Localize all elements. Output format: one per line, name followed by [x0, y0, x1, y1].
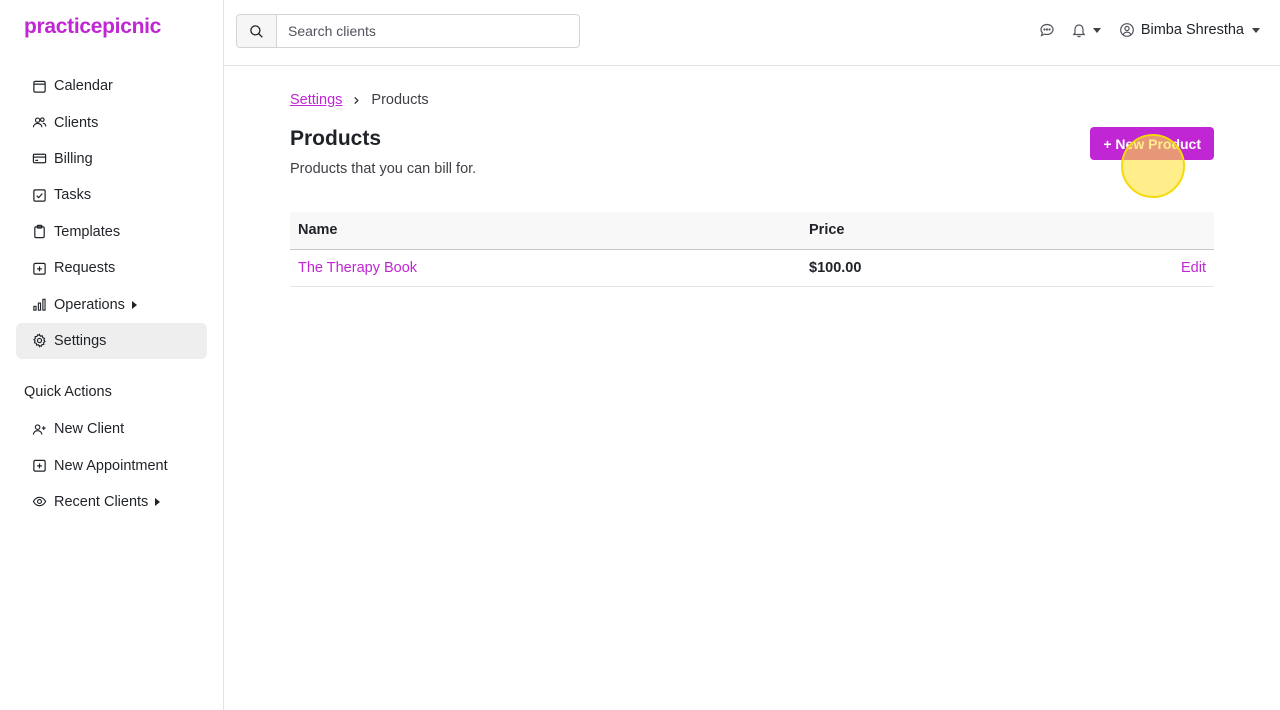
column-header-actions: [1047, 212, 1214, 250]
quick-actions: New Client New Appointment Recent Client…: [16, 411, 207, 520]
sidebar-item-requests[interactable]: Requests: [16, 250, 207, 286]
sidebar: practicepicnic Calendar Clients Billing …: [0, 0, 224, 710]
caret-right-icon: [155, 497, 161, 506]
main-nav: Calendar Clients Billing Tasks Templates…: [16, 68, 207, 360]
sidebar-item-label: Clients: [54, 114, 99, 131]
new-product-button[interactable]: + New Product: [1090, 127, 1214, 160]
product-price: $100.00: [801, 249, 1048, 287]
user-circle-icon: [1119, 23, 1134, 37]
breadcrumb: Settings Products: [290, 90, 1214, 110]
user-plus-icon: [32, 424, 46, 435]
clipboard-icon: [34, 225, 45, 239]
sidebar-item-calendar[interactable]: Calendar: [16, 68, 207, 104]
caret-right-icon: [131, 300, 137, 309]
bar-chart-icon: [33, 298, 46, 311]
quick-action-label: New Client: [54, 421, 125, 438]
user-name: Bimba Shrestha: [1140, 22, 1244, 38]
sidebar-item-billing[interactable]: Billing: [16, 141, 207, 177]
sidebar-item-templates[interactable]: Templates: [16, 214, 207, 250]
users-icon: [32, 117, 47, 128]
sidebar-item-settings[interactable]: Settings: [16, 322, 207, 360]
app-logo[interactable]: practicepicnic: [24, 15, 161, 39]
user-menu[interactable]: Bimba Shrestha: [1119, 22, 1260, 38]
quick-actions-title: Quick Actions: [24, 384, 112, 400]
chevron-right-icon: [352, 96, 361, 105]
main-content: Settings Products Products Products that…: [290, 90, 1214, 287]
sidebar-item-tasks[interactable]: Tasks: [16, 177, 207, 213]
sidebar-item-label: Tasks: [54, 187, 92, 204]
messages-button[interactable]: [1039, 22, 1055, 38]
products-table: Name Price The Therapy Book $100.00 Edit: [290, 212, 1214, 287]
credit-card-icon: [32, 154, 47, 164]
sidebar-item-label: Operations: [54, 296, 125, 313]
column-header-price: Price: [801, 212, 1048, 250]
quick-action-label: Recent Clients: [54, 493, 149, 510]
chevron-down-icon: [1092, 27, 1101, 33]
checkbox-icon: [33, 189, 46, 202]
edit-product-link[interactable]: Edit: [1181, 260, 1206, 276]
breadcrumb-settings-link[interactable]: Settings: [290, 92, 342, 108]
table-row: The Therapy Book $100.00 Edit: [290, 249, 1214, 287]
plus-square-icon: [33, 262, 46, 275]
sidebar-item-clients[interactable]: Clients: [16, 104, 207, 140]
calendar-plus-icon: [33, 459, 46, 472]
column-header-name: Name: [290, 212, 801, 250]
quick-action-new-appointment[interactable]: New Appointment: [16, 447, 207, 483]
search-button[interactable]: [237, 15, 277, 47]
page-subtitle: Products that you can bill for.: [290, 161, 477, 177]
topbar: Bimba Shrestha: [224, 0, 1280, 66]
bell-icon: [1072, 24, 1086, 38]
quick-action-new-client[interactable]: New Client: [16, 411, 207, 447]
product-name-cell: The Therapy Book: [290, 249, 801, 287]
sidebar-item-label: Templates: [54, 223, 121, 240]
search-icon: [250, 24, 263, 38]
quick-action-recent-clients[interactable]: Recent Clients: [16, 484, 207, 520]
sidebar-item-label: Requests: [54, 260, 116, 277]
sidebar-item-label: Settings: [54, 332, 107, 349]
sidebar-item-operations[interactable]: Operations: [16, 286, 207, 322]
sidebar-item-label: Billing: [54, 150, 93, 167]
gear-icon: [33, 333, 46, 349]
sidebar-item-label: Calendar: [54, 78, 113, 95]
breadcrumb-current: Products: [371, 92, 429, 108]
product-name-link[interactable]: The Therapy Book: [298, 260, 417, 276]
page-title: Products: [290, 127, 382, 150]
product-actions-cell: Edit: [1047, 249, 1214, 287]
quick-action-label: New Appointment: [54, 457, 168, 474]
topbar-actions: Bimba Shrestha: [1039, 22, 1260, 38]
eye-icon: [32, 497, 47, 507]
chevron-down-icon: [1252, 27, 1260, 33]
chat-icon: [1040, 23, 1054, 37]
table-header-row: Name Price: [290, 212, 1214, 250]
calendar-icon: [33, 80, 46, 93]
search-input[interactable]: [277, 15, 567, 47]
search-box: [236, 14, 580, 48]
notifications-button[interactable]: [1071, 22, 1101, 38]
